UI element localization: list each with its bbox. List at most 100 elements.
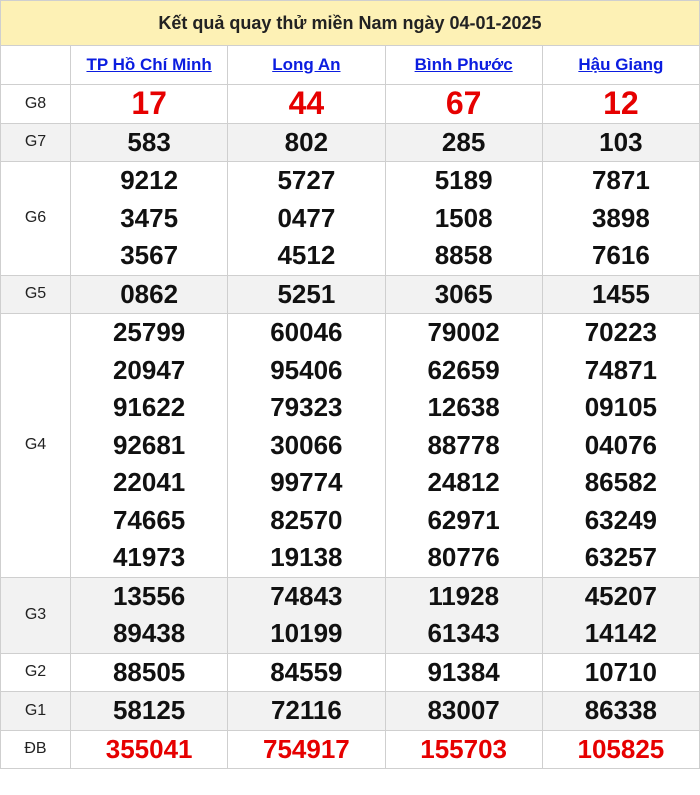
prize-number: 11928 — [428, 580, 500, 611]
prize-number: 74843 — [270, 580, 343, 611]
prize-number: 09105 — [584, 392, 658, 422]
province-header: Bình Phước — [384, 45, 543, 85]
prize-number: 88778 — [427, 429, 500, 460]
prize-number: 9212 — [120, 165, 179, 195]
prize-number: 1455 — [591, 278, 650, 309]
prize-number: 79323 — [270, 392, 343, 422]
province-header: Hậu Giang — [541, 45, 700, 85]
prize-cell: 105825 — [541, 729, 700, 769]
prize-cell: 0862 — [69, 274, 229, 314]
prize-number: 8858 — [434, 240, 493, 270]
prize-cell: 88505 — [69, 652, 229, 692]
prize-number: 63249 — [584, 504, 658, 535]
prize-number: 45207 — [584, 580, 658, 611]
prize-cell: 60046 95406 79323 30066 99774 82570 19138 — [227, 313, 386, 578]
prize-number: 58125 — [112, 695, 186, 725]
prize-number: 3065 — [434, 278, 493, 309]
prize-cell: 74843 10199 — [227, 576, 386, 654]
prize-number: 04076 — [584, 429, 658, 460]
prize-cell: 84559 — [227, 652, 386, 692]
prize-number: 7616 — [591, 240, 650, 270]
prize-number: 0477 — [277, 202, 336, 233]
prize-number: 105825 — [577, 733, 665, 764]
prize-number: 61343 — [427, 618, 500, 648]
prize-number: 155703 — [420, 733, 507, 764]
prize-number: 82570 — [270, 504, 343, 535]
province-link-hau-giang[interactable]: Hậu Giang — [578, 55, 663, 74]
prize-cell: 5727 0477 4512 — [227, 161, 386, 276]
prize-cell: 355041 — [69, 729, 229, 769]
prize-number: 10199 — [270, 618, 343, 648]
prize-cell: 25799 20947 91622 92681 22041 74665 41973 — [69, 313, 229, 578]
prize-cell: 1455 — [541, 274, 700, 314]
prize-cell: 155703 — [384, 729, 543, 769]
prize-number: 3898 — [591, 202, 650, 233]
prize-number: 86582 — [584, 467, 658, 497]
prize-cell: 79002 62659 12638 88778 24812 62971 80776 — [384, 313, 543, 578]
prize-body: G8 17 44 67 12 G7 583 802 285 103 G6 9212 3475 3567 57… — [0, 84, 700, 769]
prize-number: 7871 — [591, 165, 650, 195]
prize-label: ĐB — [0, 729, 71, 769]
prize-cell: 67 — [384, 84, 543, 124]
prize-number: 89438 — [112, 618, 186, 648]
prize-number: 95406 — [270, 354, 343, 385]
prize-number: 5727 — [277, 165, 336, 195]
prize-number: 91622 — [112, 392, 186, 422]
prize-number: 44 — [288, 85, 325, 121]
prize-cell: 583 — [69, 122, 229, 162]
prize-number: 3567 — [120, 240, 179, 270]
province-header: Long An — [227, 45, 386, 85]
prize-cell: 86338 — [541, 691, 700, 731]
prize-cell: 103 — [541, 122, 700, 162]
prize-number: 41973 — [112, 542, 186, 572]
prize-number: 92681 — [112, 429, 186, 460]
prize-label: G5 — [0, 274, 71, 314]
province-link-long-an[interactable]: Long An — [272, 55, 340, 74]
prize-label: G4 — [0, 313, 71, 578]
prize-number: 13556 — [112, 580, 186, 611]
prize-number: 17 — [131, 85, 167, 121]
prize-cell: 9212 3475 3567 — [69, 161, 229, 276]
prize-cell: 5251 — [227, 274, 386, 314]
province-header-row: TP Hồ Chí Minh Long An Bình Phước Hậu Gi… — [0, 45, 700, 85]
prize-number: 74665 — [112, 504, 186, 535]
prize-number: 60046 — [270, 317, 343, 347]
prize-cell: 83007 — [384, 691, 543, 731]
prize-cell: 3065 — [384, 274, 543, 314]
prize-number: 12 — [603, 85, 639, 121]
prize-number: 10710 — [584, 656, 658, 687]
prize-label: G1 — [0, 691, 71, 731]
prize-label: G2 — [0, 652, 71, 692]
prize-number: 5189 — [434, 165, 493, 195]
prize-number: 91384 — [427, 656, 500, 687]
prize-row: G4 25799 20947 91622 92681 22041 74665 41973 600… — [0, 313, 700, 578]
prize-number: 20947 — [112, 354, 186, 385]
prize-cell: 17 — [69, 84, 229, 124]
prize-cell: 5189 1508 8858 — [384, 161, 543, 276]
prize-cell: 58125 — [69, 691, 229, 731]
corner-cell — [0, 45, 71, 85]
prize-number: 0862 — [120, 278, 179, 309]
province-link-binh-phuoc[interactable]: Bình Phước — [415, 55, 513, 74]
prize-number: 30066 — [270, 429, 343, 460]
province-header: TP Hồ Chí Minh — [69, 45, 229, 85]
prize-row: G7 583 802 285 103 — [0, 122, 700, 162]
prize-cell: 10710 — [541, 652, 700, 692]
prize-number: 19138 — [270, 542, 343, 572]
province-link-tphcm[interactable]: TP Hồ Chí Minh — [86, 55, 211, 74]
prize-row: G1 58125 72116 83007 86338 — [0, 691, 700, 731]
prize-row: ĐB 355041 754917 155703 105825 — [0, 729, 700, 769]
prize-number: 14142 — [584, 618, 658, 648]
prize-cell: 11928 61343 — [384, 576, 543, 654]
prize-number: 22041 — [112, 467, 186, 497]
prize-cell: 70223 74871 09105 04076 86582 63249 63257 — [541, 313, 700, 578]
prize-number: 63257 — [584, 542, 658, 572]
prize-number: 3475 — [120, 202, 179, 233]
prize-number: 74871 — [584, 354, 658, 385]
prize-label: G8 — [0, 84, 71, 124]
prize-number: 5251 — [277, 278, 336, 309]
prize-number: 583 — [127, 126, 171, 157]
prize-number: 83007 — [427, 695, 500, 725]
prize-label: G7 — [0, 122, 71, 162]
prize-cell: 44 — [227, 84, 386, 124]
